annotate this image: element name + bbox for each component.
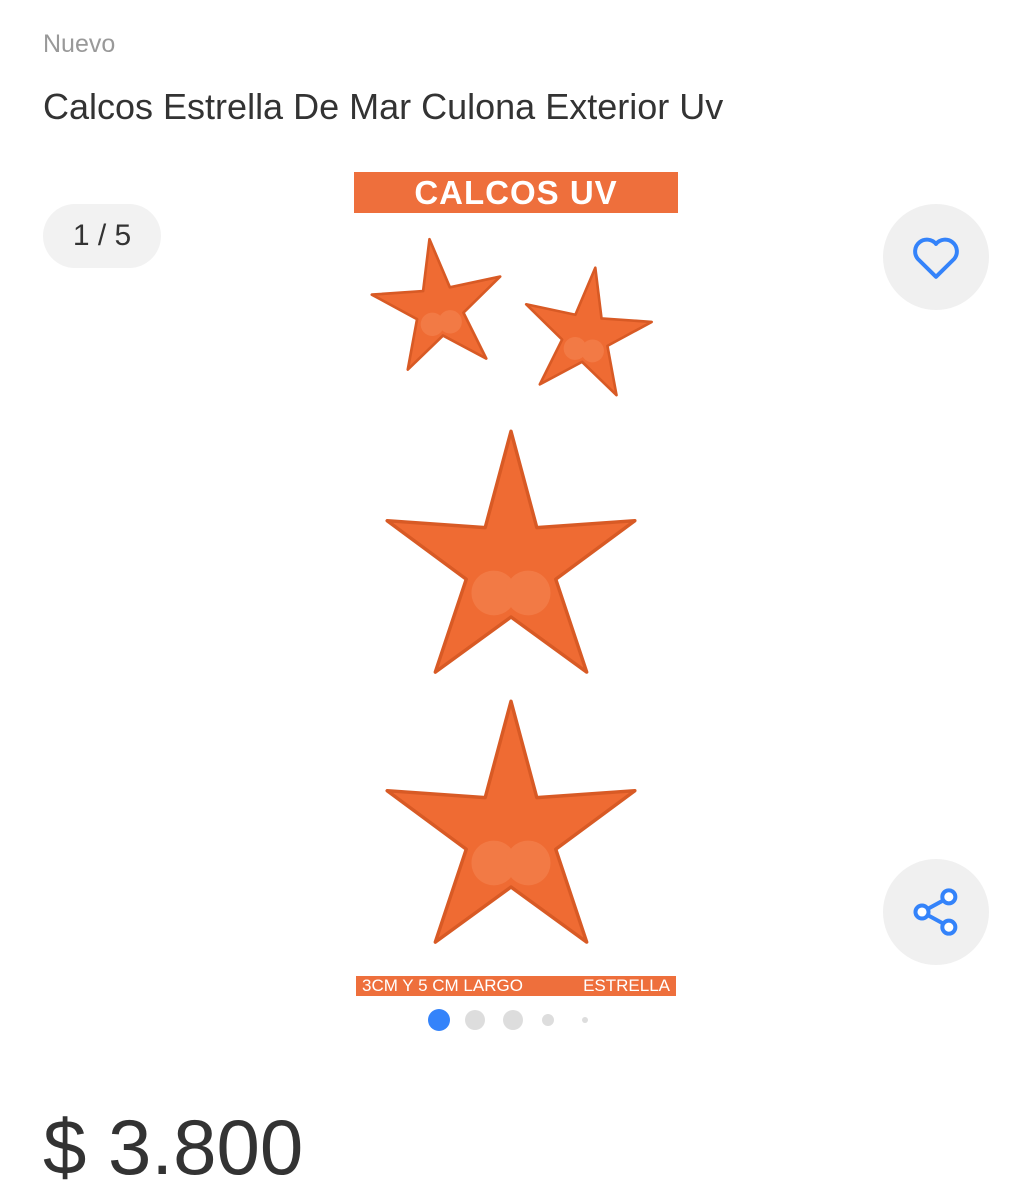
carousel-dot-3[interactable] [503, 1010, 523, 1030]
starfish-small-left [370, 237, 502, 371]
starfish-illustration [370, 237, 654, 944]
carousel-dot-4[interactable] [542, 1014, 554, 1026]
carousel-dot-2[interactable] [465, 1010, 485, 1030]
product-price: $ 3.800 [43, 1103, 304, 1191]
product-image[interactable]: CALCOS UV 3CM Y 5 CM LARGO ESTRELLA [354, 172, 678, 998]
image-footer-band: 3CM Y 5 CM LARGO ESTRELLA [356, 976, 676, 996]
favorite-button[interactable] [883, 204, 989, 310]
starfish-small-right [524, 266, 654, 397]
image-footer-type: ESTRELLA [583, 976, 670, 995]
carousel-dot-1[interactable] [428, 1009, 450, 1031]
carousel-dot-5[interactable] [582, 1017, 588, 1023]
condition-label: Nuevo [43, 30, 116, 58]
carousel-pagination [428, 1009, 598, 1031]
image-footer-size: 3CM Y 5 CM LARGO [362, 976, 523, 995]
share-icon [913, 888, 958, 936]
image-counter: 1 / 5 [43, 204, 161, 268]
starfish-large-top [385, 429, 637, 674]
product-title: Calcos Estrella De Mar Culona Exterior U… [43, 86, 724, 127]
heart-icon [913, 237, 959, 279]
starfish-large-bottom [385, 699, 637, 944]
share-button[interactable] [883, 859, 989, 965]
